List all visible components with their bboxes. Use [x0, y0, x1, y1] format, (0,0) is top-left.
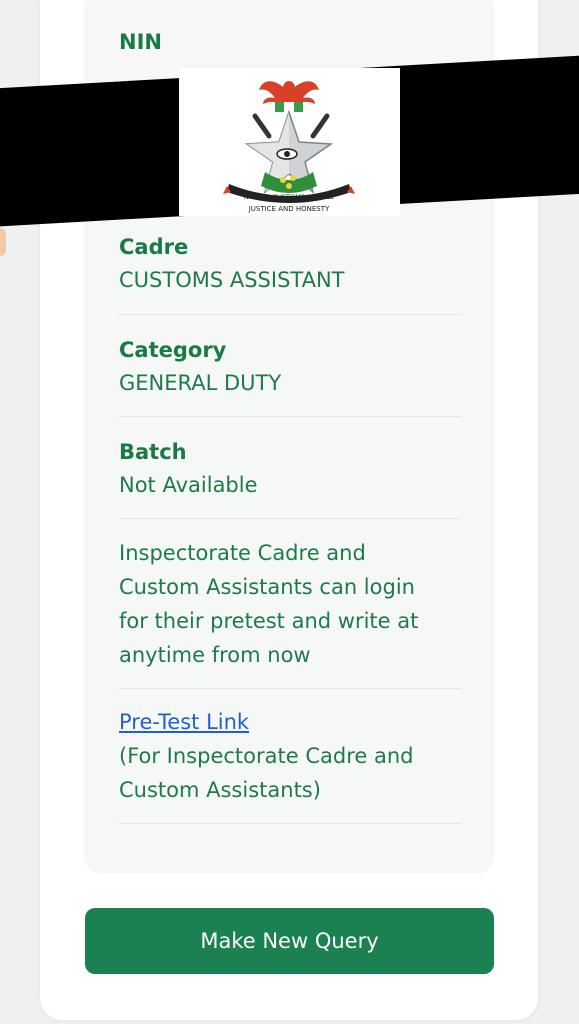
field-batch: Batch Not Available	[119, 437, 459, 501]
make-new-query-button[interactable]: Make New Query	[85, 908, 494, 974]
field-cadre-label: Cadre	[119, 235, 189, 259]
emblem-motto: JUSTICE AND HONESTY	[248, 205, 330, 213]
nigeria-customs-emblem-icon: NIGERIA CUSTOMS SERVICE JUSTICE AND HONE…	[223, 81, 355, 213]
pretest-link-note: (For Inspectorate Cadre and	[119, 744, 414, 768]
divider	[119, 314, 461, 315]
emblem-ring-text: NIGERIA CUSTOMS SERVICE	[244, 193, 335, 201]
divider	[119, 416, 461, 417]
divider	[119, 688, 461, 689]
pretest-link-note: Custom Assistants)	[119, 778, 321, 802]
field-category: Category GENERAL DUTY	[119, 335, 459, 399]
pretest-notice: Inspectorate Cadre and Custom Assistants…	[119, 536, 464, 672]
field-category-value: GENERAL DUTY	[119, 371, 282, 395]
field-batch-value: Not Available	[119, 473, 258, 497]
pretest-link-section: Pre-Test Link (For Inspectorate Cadre an…	[119, 705, 464, 807]
field-nin: NIN	[119, 27, 459, 57]
field-cadre: Cadre CUSTOMS ASSISTANT	[119, 232, 459, 296]
divider	[119, 518, 461, 519]
edge-decoration	[0, 228, 6, 256]
field-batch-label: Batch	[119, 440, 187, 464]
field-nin-label: NIN	[119, 30, 162, 54]
pretest-notice-line: Custom Assistants can login	[119, 575, 415, 599]
pretest-notice-line: anytime from now	[119, 643, 311, 667]
pretest-notice-line: Inspectorate Cadre and	[119, 541, 366, 565]
pretest-link[interactable]: Pre-Test Link	[119, 710, 249, 734]
emblem-panel: NIGERIA CUSTOMS SERVICE JUSTICE AND HONE…	[179, 68, 400, 216]
field-cadre-value: CUSTOMS ASSISTANT	[119, 268, 345, 292]
pretest-notice-line: for their pretest and write at	[119, 609, 419, 633]
divider	[119, 823, 461, 824]
field-category-label: Category	[119, 338, 227, 362]
